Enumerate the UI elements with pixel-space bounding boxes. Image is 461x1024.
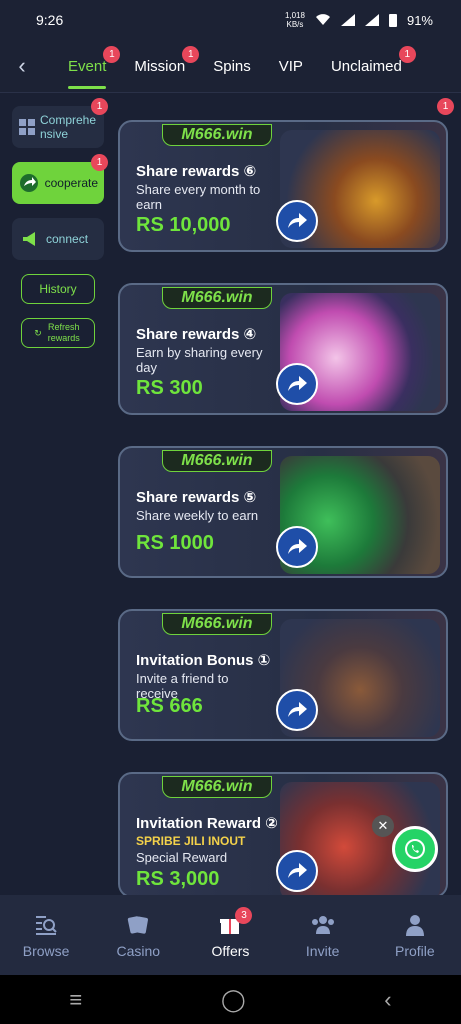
tab-badge: 1 bbox=[398, 45, 416, 63]
share-arrow-icon bbox=[288, 376, 307, 391]
sidebar-item-label: cooperate bbox=[44, 176, 98, 190]
share-icon bbox=[18, 171, 41, 195]
status-bar: 9:26 1,018 KB/s 91% bbox=[0, 0, 461, 40]
card-description: Share every month to earn bbox=[136, 182, 261, 212]
wifi-icon bbox=[315, 14, 330, 25]
nav-label: Browse bbox=[22, 943, 70, 959]
share-arrow-icon bbox=[288, 539, 307, 554]
share-arrow-icon bbox=[288, 702, 307, 717]
signal-icon-2 bbox=[364, 14, 379, 26]
share-arrow-icon bbox=[288, 213, 307, 228]
nav-profile[interactable]: Profile bbox=[375, 911, 455, 959]
tab-badge: 1 bbox=[182, 45, 200, 63]
tab-mission[interactable]: Mission 1 bbox=[134, 45, 200, 75]
card-amount: RS 3,000 bbox=[136, 868, 220, 890]
cards-badge: 1 bbox=[437, 98, 454, 115]
grid-icon bbox=[18, 115, 36, 139]
people-icon bbox=[283, 911, 363, 939]
home-icon[interactable]: ◯ bbox=[221, 987, 246, 1013]
tab-event[interactable]: Event 1 bbox=[68, 45, 121, 89]
card-title: Invitation Bonus ① bbox=[136, 652, 271, 669]
sidebar-item-label: Comprehensive bbox=[40, 113, 97, 141]
refresh-label: Refresh rewards bbox=[47, 322, 80, 343]
card-amount: RS 666 bbox=[136, 695, 203, 717]
sidebar-badge: 1 bbox=[91, 154, 108, 171]
refresh-icon: ↻ bbox=[34, 327, 42, 338]
brand-logo: M666.win bbox=[162, 450, 272, 472]
signal-icon bbox=[340, 14, 355, 26]
reward-cards: 1 M666.win Share rewards ⑥ Share every m… bbox=[118, 98, 454, 929]
reward-card[interactable]: M666.win Invitation Bonus ① Invite a fri… bbox=[118, 609, 448, 741]
top-tabs: ‹ Event 1 Mission 1 Spins VIP Unclaimed … bbox=[0, 40, 461, 92]
sidebar-badge: 1 bbox=[91, 98, 108, 115]
share-arrow-icon bbox=[288, 863, 307, 878]
sidebar-item-cooperate[interactable]: cooperate 1 bbox=[12, 154, 108, 204]
status-icons: 1,018 KB/s 91% bbox=[285, 11, 433, 29]
card-description: Share weekly to earn bbox=[136, 508, 259, 523]
nav-label: Offers bbox=[211, 943, 250, 959]
share-button[interactable] bbox=[276, 850, 318, 892]
person-icon bbox=[375, 911, 455, 939]
reward-card[interactable]: M666.win Share rewards ⑤ Share weekly to… bbox=[118, 446, 448, 578]
nav-casino[interactable]: Casino bbox=[98, 911, 178, 959]
card-title: Share rewards ⑥ bbox=[136, 163, 257, 180]
network-speed: 1,018 KB/s bbox=[284, 11, 305, 29]
nav-invite[interactable]: Invite bbox=[283, 911, 363, 959]
gift-icon bbox=[190, 911, 270, 939]
tab-spins[interactable]: Spins bbox=[213, 58, 251, 75]
card-amount: RS 10,000 bbox=[136, 214, 231, 236]
status-time: 9:26 bbox=[36, 12, 64, 28]
battery-icon bbox=[388, 14, 397, 27]
share-button[interactable] bbox=[276, 363, 318, 405]
tab-vip[interactable]: VIP bbox=[279, 58, 303, 75]
sidebar-item-label: connect bbox=[46, 232, 89, 246]
sidebar-item-connect[interactable]: connect bbox=[12, 218, 104, 260]
back-nav-icon[interactable]: ‹ bbox=[384, 987, 391, 1013]
system-nav-bar: ≡ ◯ ‹ bbox=[0, 975, 461, 1024]
cards-icon bbox=[98, 911, 178, 939]
share-button[interactable] bbox=[276, 526, 318, 568]
sidebar-item-comprehensive[interactable]: Comprehensive 1 bbox=[12, 98, 108, 148]
nav-label: Casino bbox=[116, 943, 161, 959]
bottom-nav: Browse Casino 3 Offers Invite Profile bbox=[0, 895, 461, 975]
tab-unclaimed[interactable]: Unclaimed 1 bbox=[331, 45, 416, 75]
sidebar: Comprehensive 1 cooperate 1 connect Hist… bbox=[12, 98, 108, 362]
megaphone-icon bbox=[18, 227, 42, 251]
tab-badge: 1 bbox=[103, 45, 121, 63]
provider-logos: SPRIBE JILI INOUT bbox=[136, 834, 246, 848]
card-title: Share rewards ④ bbox=[136, 326, 257, 343]
recents-icon[interactable]: ≡ bbox=[69, 987, 82, 1013]
close-icon[interactable]: ✕ bbox=[372, 815, 394, 837]
card-amount: RS 1000 bbox=[136, 532, 214, 554]
card-amount: RS 300 bbox=[136, 377, 203, 399]
card-title: Invitation Reward ② bbox=[136, 815, 278, 832]
nav-offers[interactable]: 3 Offers bbox=[190, 907, 270, 959]
reward-card[interactable]: M666.win Share rewards ⑥ Share every mon… bbox=[118, 120, 448, 252]
brand-logo: M666.win bbox=[162, 124, 272, 146]
card-title: Share rewards ⑤ bbox=[136, 489, 257, 506]
card-description: Special Reward bbox=[136, 850, 228, 865]
refresh-rewards-button[interactable]: ↻ Refresh rewards bbox=[21, 318, 95, 348]
history-button[interactable]: History bbox=[21, 274, 95, 304]
battery-level: 91% bbox=[406, 12, 433, 28]
back-icon[interactable]: ‹ bbox=[0, 53, 44, 79]
brand-logo: M666.win bbox=[162, 287, 272, 309]
nav-label: Profile bbox=[395, 943, 435, 959]
brand-logo: M666.win bbox=[162, 613, 272, 635]
share-button[interactable] bbox=[276, 689, 318, 731]
brand-logo: M666.win bbox=[162, 776, 272, 798]
header-divider bbox=[0, 92, 461, 93]
reward-card[interactable]: M666.win Share rewards ④ Earn by sharing… bbox=[118, 283, 448, 415]
nav-browse[interactable]: Browse bbox=[6, 911, 86, 959]
browse-icon bbox=[6, 911, 86, 939]
nav-label: Invite bbox=[305, 943, 340, 959]
share-button[interactable] bbox=[276, 200, 318, 242]
whatsapp-icon[interactable] bbox=[392, 826, 438, 872]
card-description: Earn by sharing every day bbox=[136, 345, 263, 375]
